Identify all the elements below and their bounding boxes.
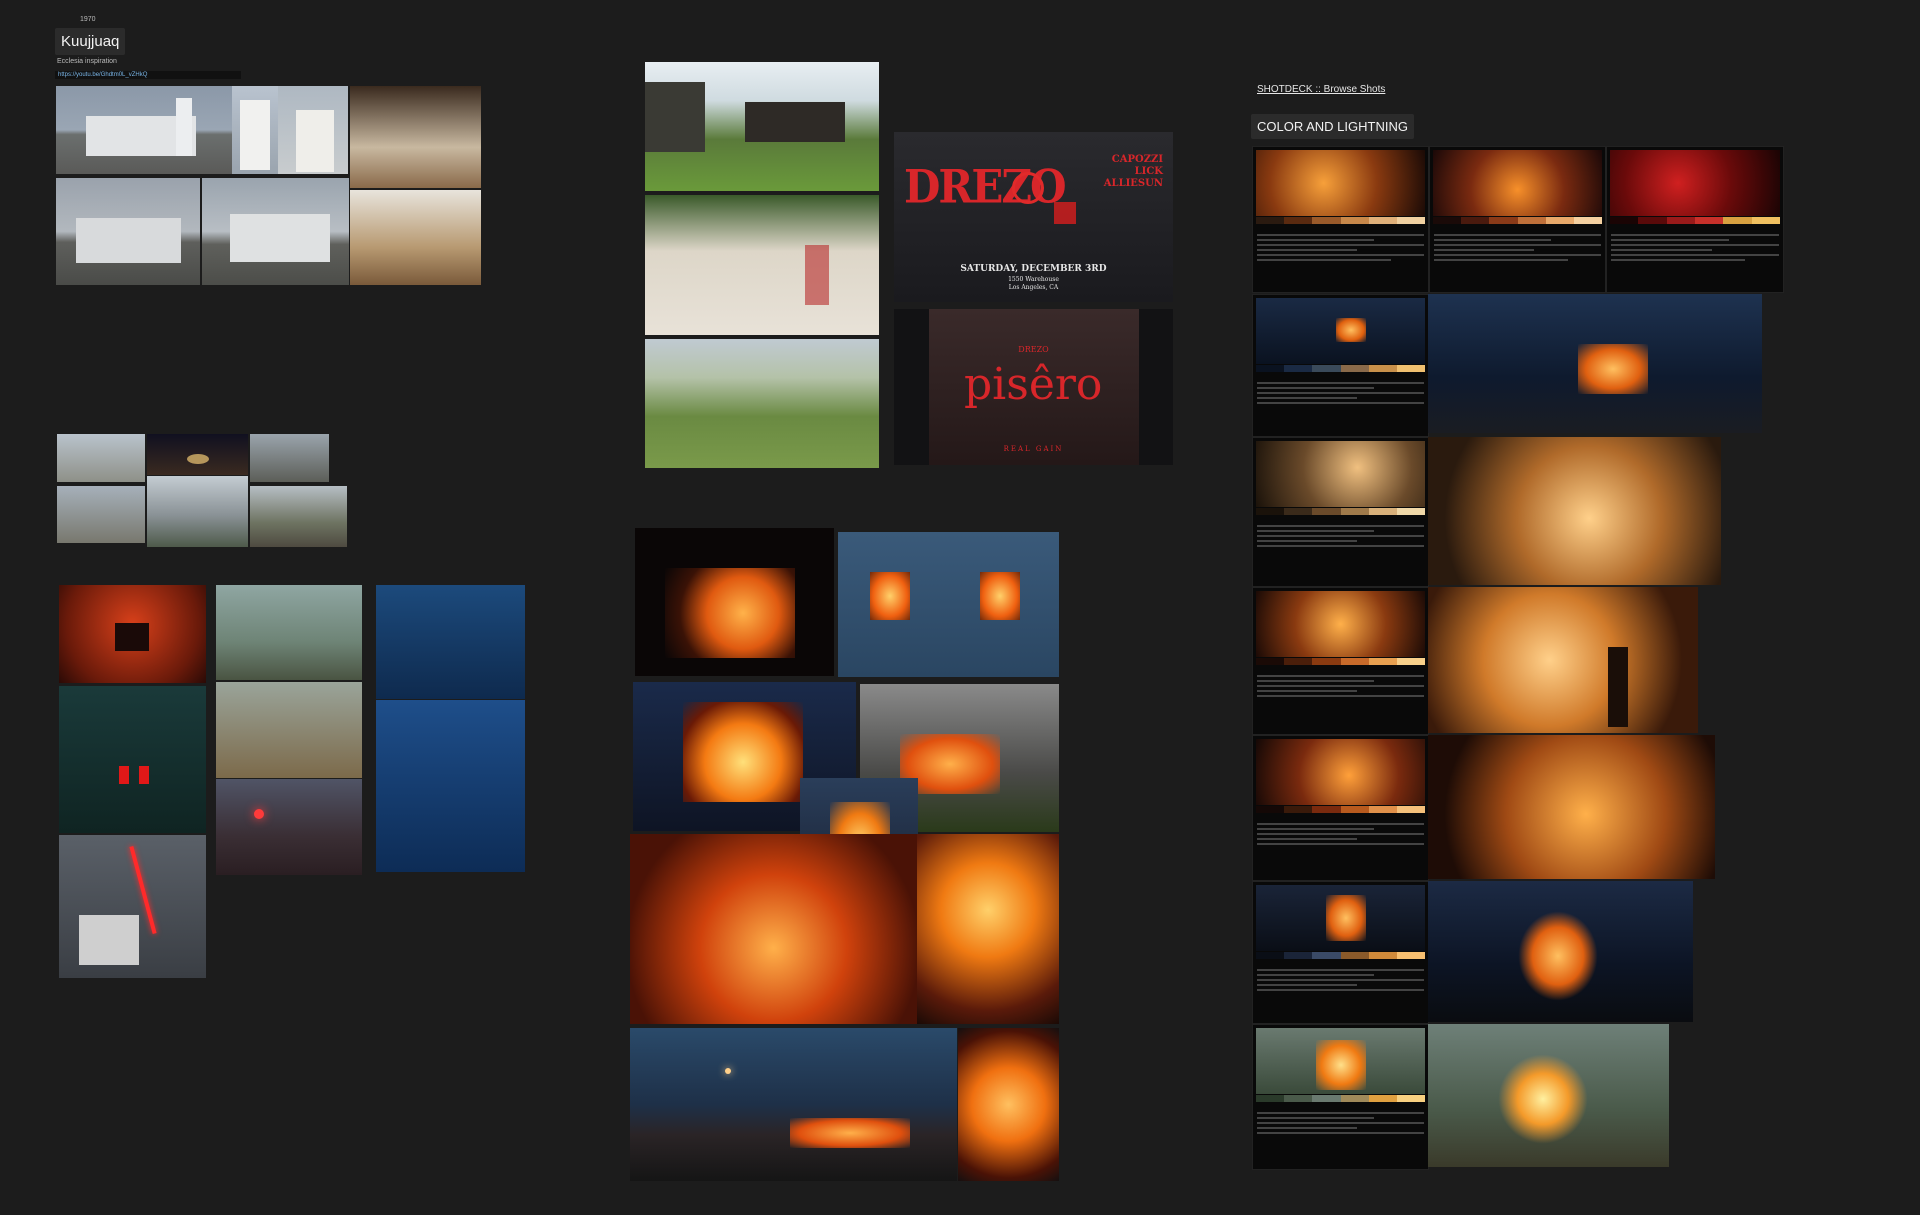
shotdeck-preview-6[interactable] <box>1428 1024 1669 1167</box>
poster-pisero-footer: REAL GAIN <box>1003 445 1064 453</box>
shotdeck-panel-6[interactable] <box>1252 587 1429 735</box>
poster-drezo[interactable]: DREZO CAPOZZI LICK ALLIESUN SATURDAY, DE… <box>894 132 1173 302</box>
town-photo-3[interactable] <box>250 434 329 482</box>
town-photo-2[interactable] <box>147 434 248 475</box>
fire-photo-7[interactable] <box>917 834 1059 1024</box>
board-subtitle: Ecclesia inspiration <box>57 58 117 65</box>
board-title[interactable]: Kuujjuaq <box>55 28 126 55</box>
church-photo-4[interactable] <box>56 178 200 285</box>
church-photo-5[interactable] <box>202 178 349 285</box>
fire-photo-6[interactable] <box>630 834 917 1024</box>
fire-photo-1[interactable] <box>635 528 834 676</box>
shotdeck-panel-3[interactable] <box>1606 146 1784 293</box>
shotdeck-panel-9[interactable] <box>1252 1024 1429 1170</box>
town-photo-6[interactable] <box>250 486 347 547</box>
moody-photo-fog-field[interactable] <box>216 585 362 680</box>
poster-drezo-lineup-1: CAPOZZI <box>1111 154 1163 165</box>
fire-photo-2[interactable] <box>838 532 1059 677</box>
poster-drezo-city: Los Angeles, CA <box>1008 284 1059 291</box>
fire-photo-8[interactable] <box>630 1028 957 1181</box>
shotdeck-panel-8[interactable] <box>1252 881 1429 1024</box>
poster-drezo-lineup-3: ALLIESUN <box>1103 178 1163 189</box>
shotdeck-link[interactable]: SHOTDECK :: Browse Shots <box>1257 84 1385 95</box>
town-photo-5[interactable] <box>147 476 248 547</box>
film-still-white-robes[interactable] <box>645 195 879 335</box>
moody-photo-blue-tree[interactable] <box>376 700 525 872</box>
poster-drezo-date: SATURDAY, DECEMBER 3RD <box>960 264 1107 274</box>
moody-photo-red-house[interactable] <box>59 585 206 683</box>
shotdeck-preview-1[interactable] <box>1428 294 1762 433</box>
moody-photo-red-lightning[interactable] <box>59 835 206 978</box>
shotdeck-preview-5[interactable] <box>1428 881 1693 1022</box>
shotdeck-panel-2[interactable] <box>1429 146 1606 293</box>
shotdeck-panel-5[interactable] <box>1252 437 1429 587</box>
film-still-hillside[interactable] <box>645 339 879 468</box>
fire-photo-9[interactable] <box>958 1028 1059 1181</box>
shotdeck-panel-1[interactable] <box>1252 146 1429 293</box>
shotdeck-panel-4[interactable] <box>1252 294 1429 437</box>
shotdeck-panel-7[interactable] <box>1252 735 1429 881</box>
church-photo-1[interactable] <box>56 86 232 174</box>
poster-drezo-venue: 1550 Warehouse <box>1008 276 1059 283</box>
church-photo-2[interactable] <box>232 86 278 174</box>
moody-photo-foggy-meadow[interactable] <box>216 682 362 778</box>
poster-pisero-title: pisêro <box>964 359 1103 410</box>
shotdeck-preview-2[interactable] <box>1428 437 1721 585</box>
moody-photo-red-light[interactable] <box>216 779 362 875</box>
shotdeck-preview-4[interactable] <box>1428 735 1715 879</box>
moody-photo-green-house[interactable] <box>59 686 206 833</box>
town-photo-4[interactable] <box>57 486 145 543</box>
poster-drezo-lineup-2: LICK <box>1134 166 1163 177</box>
board-small-caption: 1970 <box>80 16 96 23</box>
town-photo-1[interactable] <box>57 434 145 482</box>
moody-photo-blue-house[interactable] <box>376 585 525 699</box>
poster-pisero-small-title: DREZO <box>1018 345 1049 354</box>
poster-pisero[interactable]: DREZO pisêro REAL GAIN <box>894 309 1173 465</box>
church-interior-1[interactable] <box>350 86 481 188</box>
film-still-meadow-houses[interactable] <box>645 62 879 191</box>
board-url-link[interactable]: https://youtu.be/Ghdtm0L_vZHkQ <box>55 71 241 79</box>
shotdeck-preview-3[interactable] <box>1428 587 1698 733</box>
church-interior-2[interactable] <box>350 190 481 285</box>
church-photo-3[interactable] <box>278 86 348 174</box>
shotdeck-section-label[interactable]: COLOR AND LIGHTNING <box>1251 114 1414 139</box>
